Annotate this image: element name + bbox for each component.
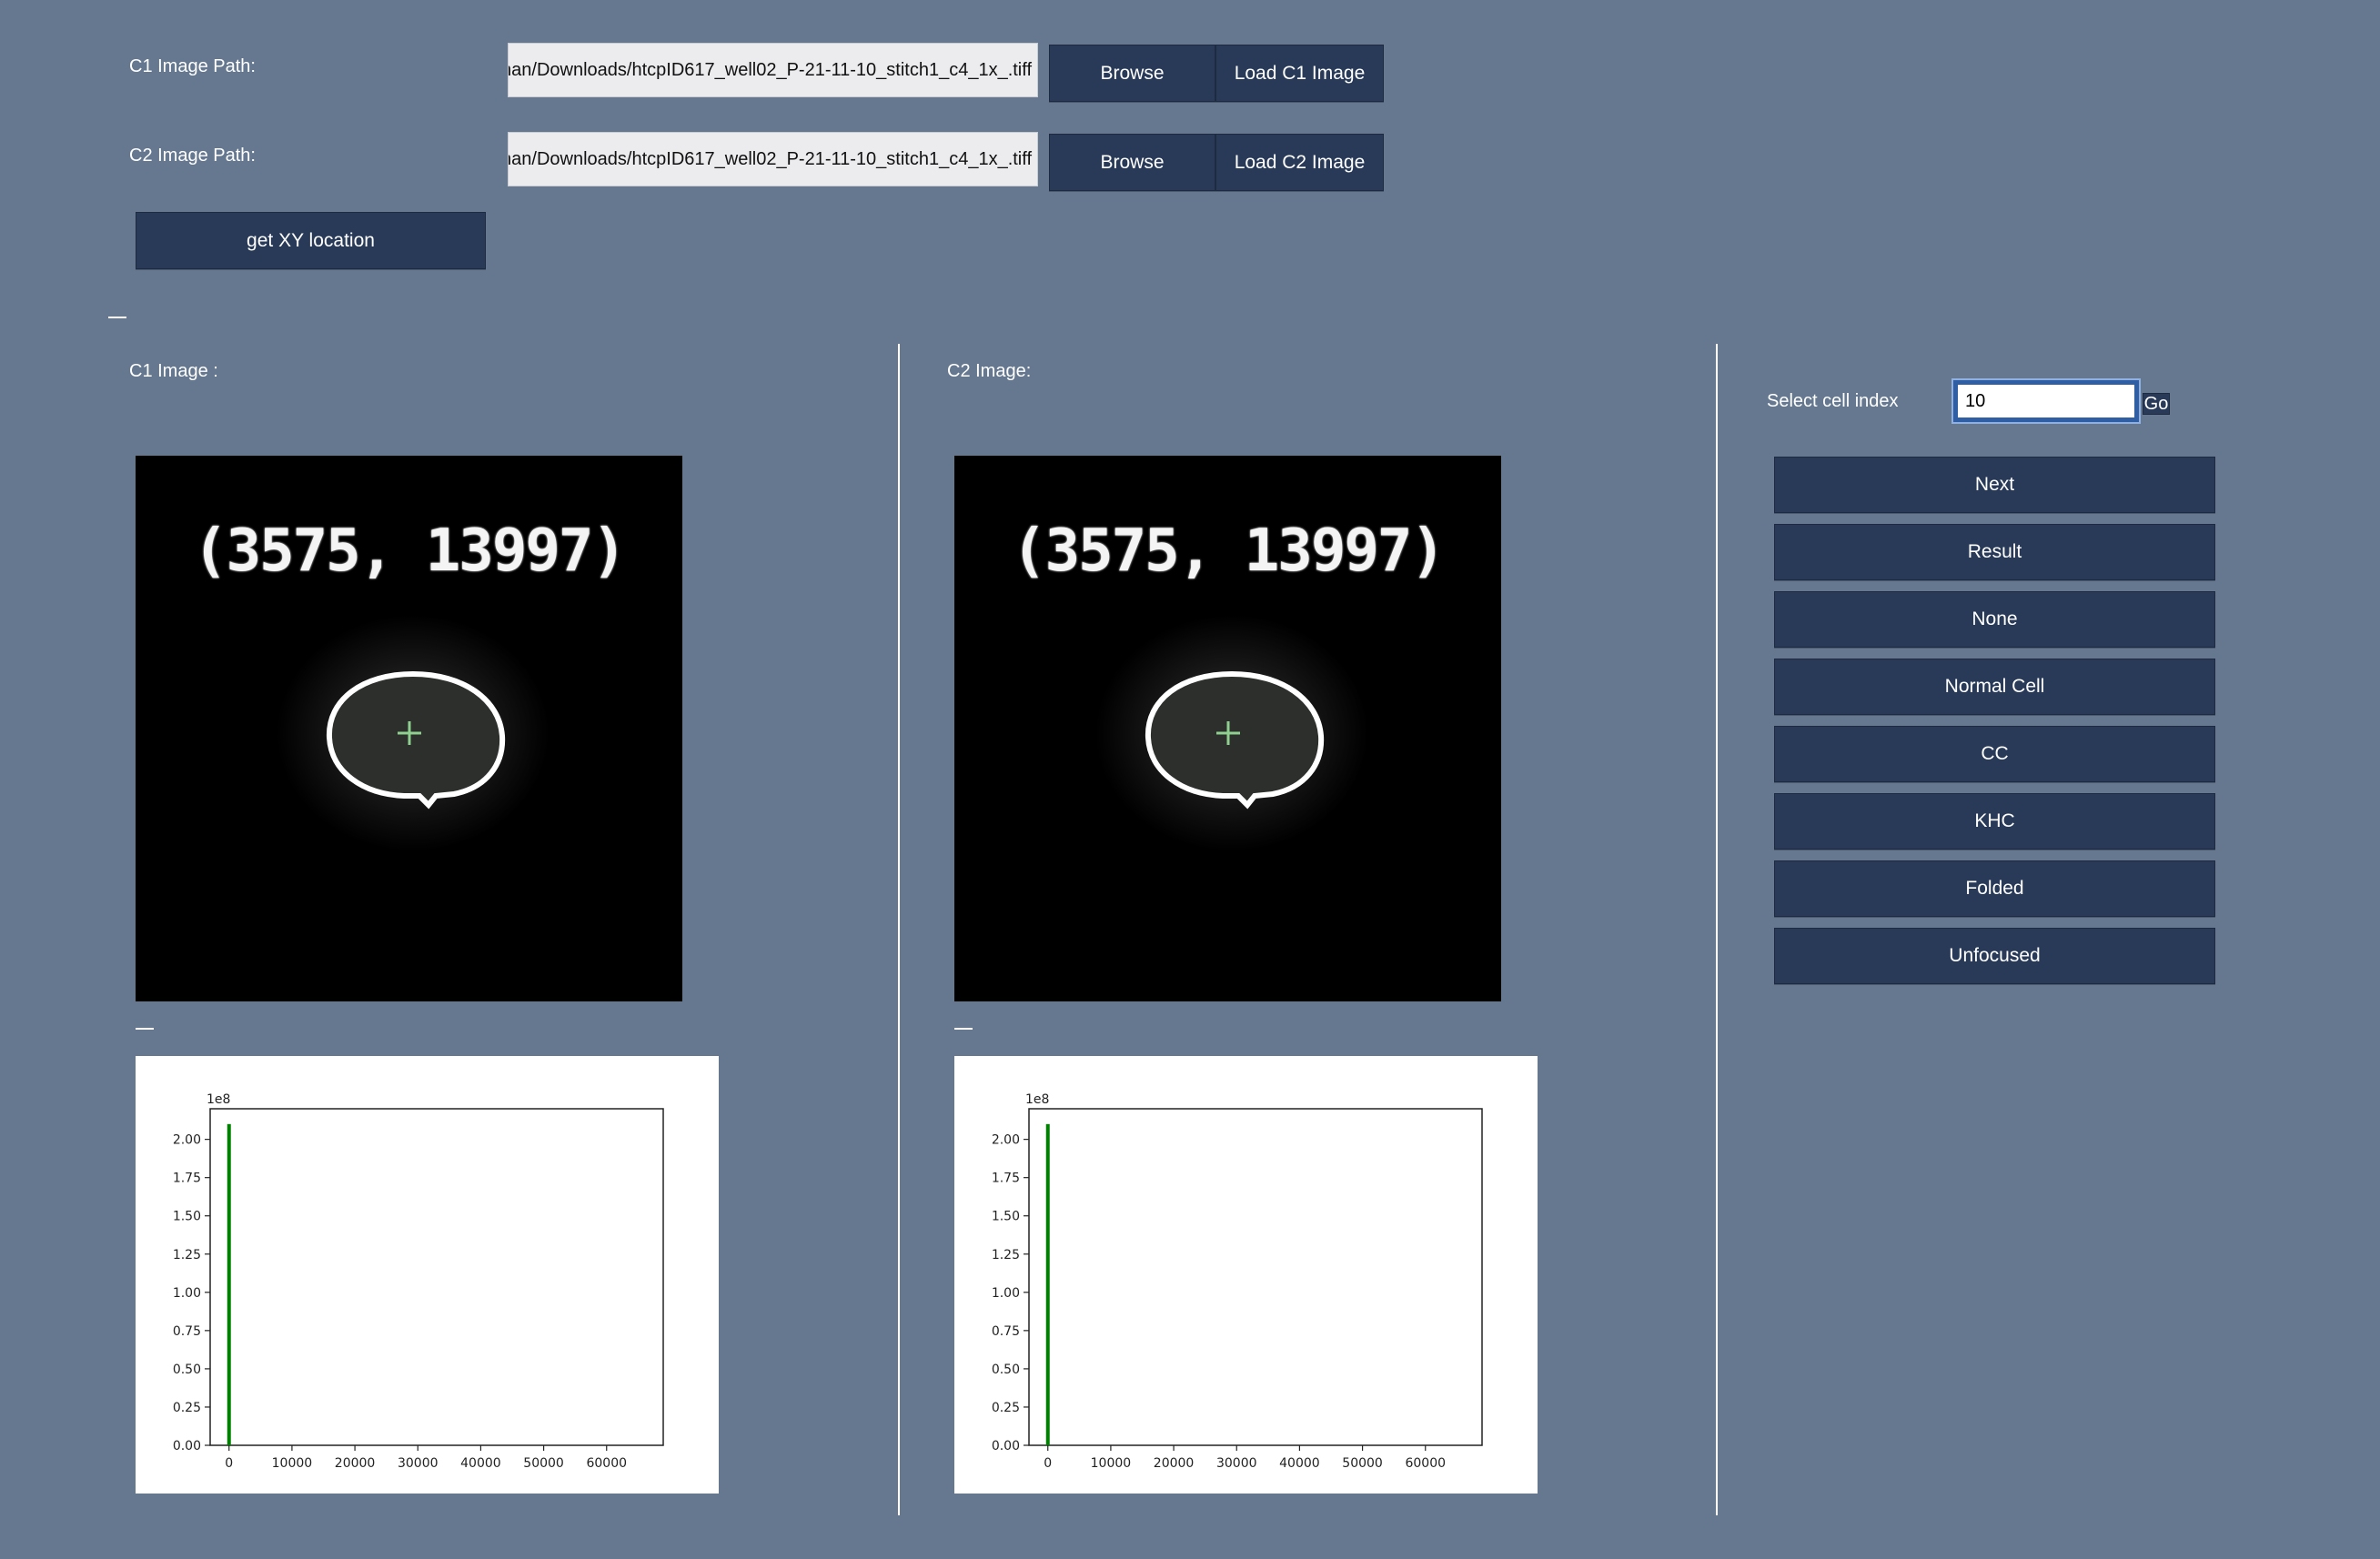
c1-histogram: 0.00 0.25 0.50 0.75 1.00 1.25 1.50 1.75 2.00 0 100… [136,1056,719,1494]
c1-separator-dash [136,1028,154,1030]
x-tick-label: 60000 [1405,1456,1446,1471]
x-tick-label: 20000 [1154,1456,1195,1471]
go-button[interactable]: Go [2143,393,2170,415]
c1-browse-button[interactable]: Browse [1049,45,1215,102]
y-tick-label: 2.00 [173,1133,201,1148]
y-tick-label: 1.25 [992,1248,1020,1262]
c1-cell-outline [277,615,550,851]
c2-path-value: nan/Downloads/htcpID617_well02_P-21-11-1… [508,148,1032,169]
x-tick-label: 10000 [272,1456,313,1471]
folded-button[interactable]: Folded [1774,860,2215,917]
histogram-bar [1045,1123,1050,1445]
c2-image-view: (3575, 13997) [954,456,1501,1001]
cc-button[interactable]: CC [1774,726,2215,782]
x-tick-label: 40000 [460,1456,501,1471]
none-button[interactable]: None [1774,591,2215,648]
c1-image-view: (3575, 13997) [136,456,682,1001]
c1-path-value: nan/Downloads/htcpID617_well02_P-21-11-1… [508,59,1032,80]
histogram-bar [227,1123,231,1445]
c1-image-title: C1 Image : [129,361,218,381]
y-tick-label: 0.75 [173,1324,201,1339]
separator-dash [108,317,126,318]
next-button[interactable]: Next [1774,457,2215,513]
x-tick-label: 30000 [398,1456,439,1471]
c1-histogram-svg: 0.00 0.25 0.50 0.75 1.00 1.25 1.50 1.75 2.00 0 100… [173,1092,664,1471]
y-tick-label: 1.50 [992,1210,1020,1224]
x-tick-label: 30000 [1216,1456,1257,1471]
c2-cell-outline [1095,615,1368,851]
unfocused-button[interactable]: Unfocused [1774,928,2215,984]
y-tick-label: 1.50 [173,1210,201,1224]
load-c1-image-button[interactable]: Load C1 Image [1215,45,1384,102]
plot-frame [1028,1108,1483,1446]
c2-path-input[interactable]: nan/Downloads/htcpID617_well02_P-21-11-1… [508,132,1038,186]
y-tick-label: 0.25 [992,1401,1020,1415]
x-tick-label: 50000 [1342,1456,1383,1471]
x-tick-label: 20000 [335,1456,376,1471]
column-divider-2 [1716,344,1718,1515]
y-tick-label: 0.00 [992,1439,1020,1453]
x-tick-label: 40000 [1279,1456,1320,1471]
column-divider-1 [898,344,900,1515]
y-tick-label: 1.75 [992,1172,1020,1186]
c2-browse-button[interactable]: Browse [1049,134,1215,191]
x-tick-label: 50000 [523,1456,564,1471]
get-xy-location-button[interactable]: get XY location [136,212,486,269]
y-tick-label: 1.25 [173,1248,201,1262]
normal-cell-button[interactable]: Normal Cell [1774,659,2215,715]
y-tick-label: 0.50 [992,1363,1020,1377]
y-tick-label: 2.00 [992,1133,1020,1148]
c2-path-label: C2 Image Path: [129,146,256,166]
x-tick-label: 0 [225,1456,233,1471]
y-tick-label: 0.75 [992,1324,1020,1339]
y-tick-label: 0.25 [173,1401,201,1415]
x-tick-label: 0 [1044,1456,1052,1471]
khc-button[interactable]: KHC [1774,793,2215,850]
select-cell-index-label: Select cell index [1767,391,1899,411]
y-tick-label: 1.75 [173,1172,201,1186]
y-tick-label: 0.50 [173,1363,201,1377]
y-tick-label: 1.00 [992,1286,1020,1301]
result-button[interactable]: Result [1774,524,2215,580]
c2-histogram-svg: 0.00 0.25 0.50 0.75 1.00 1.25 1.50 1.75 2.00 0 100… [992,1092,1483,1471]
c1-path-label: C1 Image Path: [129,56,256,76]
load-c2-image-button[interactable]: Load C2 Image [1215,134,1384,191]
c2-histogram: 0.00 0.25 0.50 0.75 1.00 1.25 1.50 1.75 2.00 0 100… [954,1056,1538,1494]
cell-index-input[interactable] [1951,378,2141,424]
c2-separator-dash [954,1028,973,1030]
plot-frame [209,1108,664,1446]
c2-image-title: C2 Image: [947,361,1032,381]
x-tick-label: 60000 [586,1456,627,1471]
x-tick-label: 10000 [1091,1456,1132,1471]
y-scale-label: 1e8 [1025,1092,1049,1107]
y-scale-label: 1e8 [207,1092,230,1107]
y-tick-label: 1.00 [173,1286,201,1301]
c1-path-input[interactable]: nan/Downloads/htcpID617_well02_P-21-11-1… [508,43,1038,97]
y-tick-label: 0.00 [173,1439,201,1453]
